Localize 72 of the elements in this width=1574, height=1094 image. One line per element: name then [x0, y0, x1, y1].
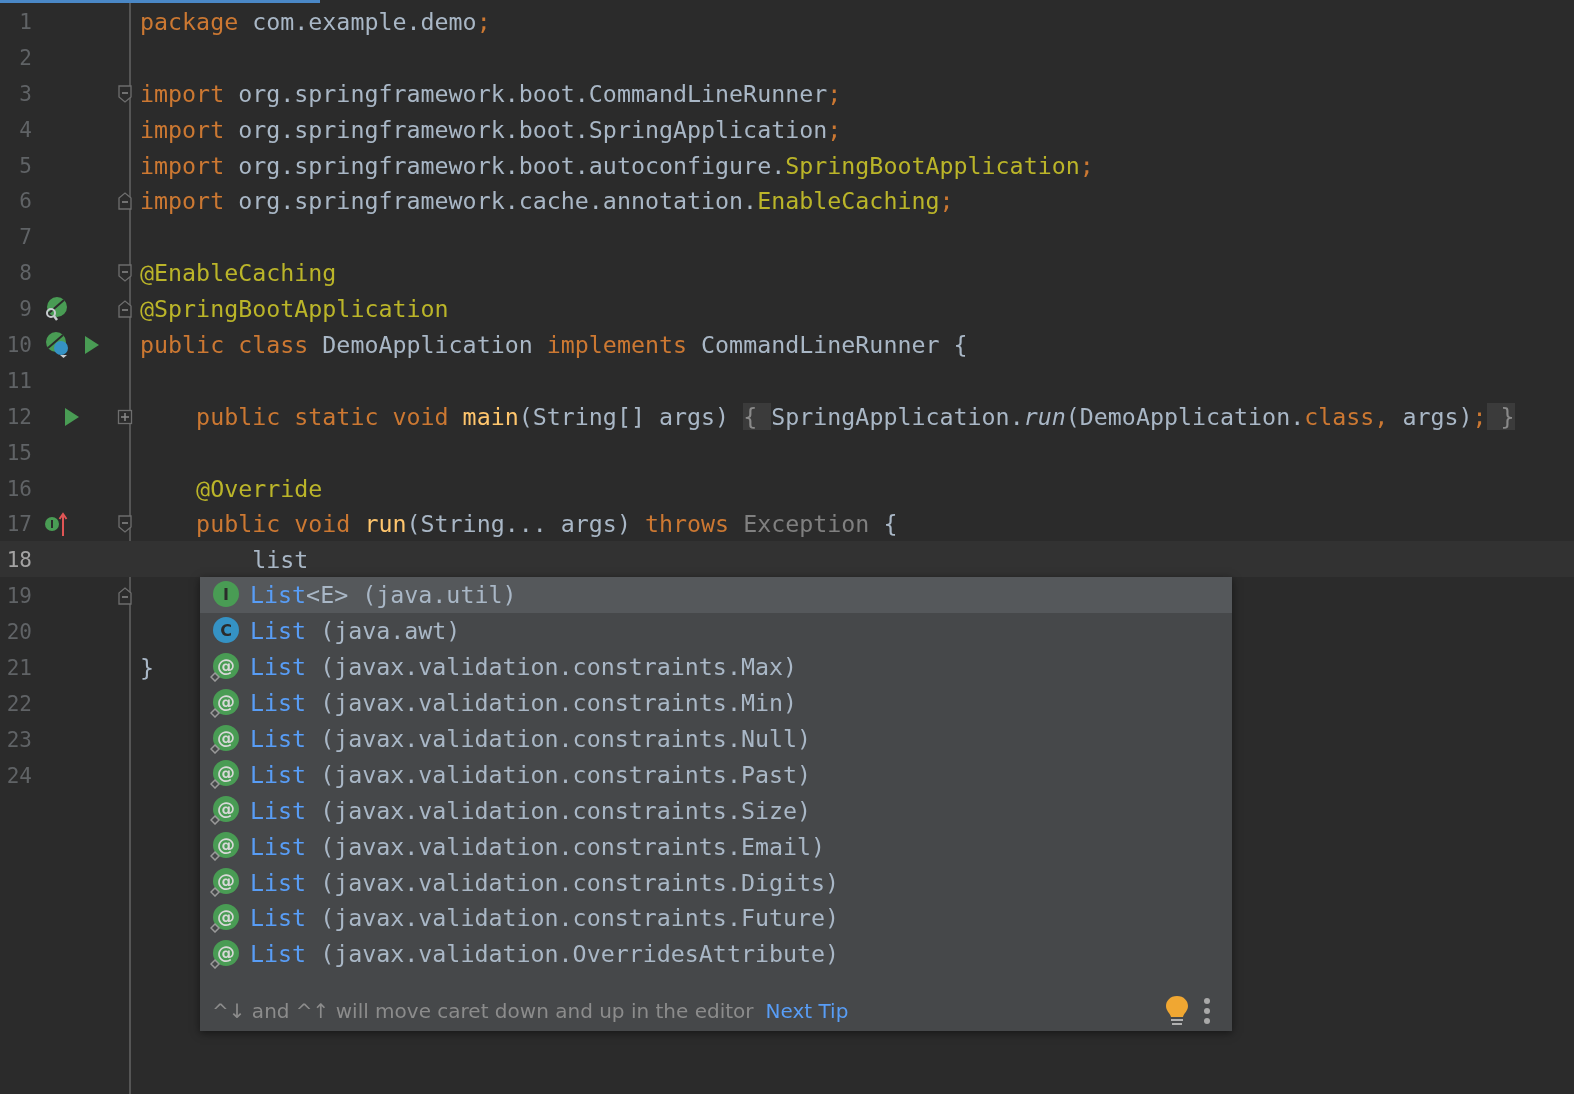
code-line: import org.springframework.boot.CommandLineRunner; [140, 78, 842, 109]
code-line: @EnableCaching [140, 258, 337, 289]
completion-item[interactable]: @ List (javax.validation.constraints.Email) [200, 828, 1232, 865]
bean-search-icon[interactable] [44, 296, 68, 323]
expand-icon[interactable] [117, 408, 133, 425]
line-number: 6 [18, 189, 32, 214]
line-number: 23 [5, 727, 32, 752]
class-icon: C [210, 615, 240, 646]
fold-icon[interactable] [117, 191, 133, 212]
completion-item[interactable]: @ List (javax.validation.constraints.Null) [200, 720, 1232, 757]
code-line: import org.springframework.cache.annotation.EnableCaching; [140, 186, 954, 217]
code-line: @SpringBootApplication [140, 294, 449, 325]
code-line: public class DemoApplication implements CommandLineRunner { [140, 329, 968, 360]
completion-item[interactable]: I List<E> (java.util) [200, 577, 1232, 613]
line-number: 10 [5, 332, 32, 357]
annotation-icon: @ [210, 687, 240, 718]
tip-text: ^↓ and ^↑ will move caret down and up in the editor [212, 998, 754, 1023]
line-number: 8 [18, 261, 32, 286]
code-line: @Override [195, 473, 323, 504]
fold-icon[interactable] [117, 83, 133, 104]
line-number: 22 [5, 691, 32, 716]
next-tip-link[interactable]: Next Tip [765, 998, 849, 1023]
line-number: 17 [5, 512, 32, 537]
lightbulb-icon[interactable] [1164, 994, 1190, 1027]
fold-icon[interactable] [117, 586, 133, 607]
line-number: 5 [18, 153, 32, 178]
line-number: 4 [18, 117, 32, 142]
line-number: 20 [5, 620, 32, 645]
annotation-icon: @ [210, 867, 240, 898]
line-number: 16 [5, 476, 32, 501]
run-icon[interactable] [84, 334, 100, 355]
line-number: 9 [18, 297, 32, 322]
code-line: import org.springframework.boot.SpringApplication; [140, 114, 842, 145]
line-number: 18 [5, 548, 32, 573]
annotation-icon: @ [210, 759, 240, 790]
completion-item[interactable]: @ List (javax.validation.constraints.Max) [200, 648, 1232, 685]
completion-item[interactable]: @ List (javax.validation.constraints.Future) [200, 900, 1232, 936]
more-icon[interactable] [1202, 996, 1212, 1025]
completion-item[interactable]: C List (java.awt) [200, 612, 1232, 649]
implements-icon[interactable] [44, 511, 68, 538]
code-line: package com.example.demo; [140, 6, 491, 37]
run-icon[interactable] [64, 406, 80, 427]
line-number: 11 [5, 368, 32, 393]
line-number: 15 [5, 440, 32, 465]
annotation-icon: @ [210, 902, 240, 933]
completion-item[interactable]: @ List (javax.validation.OverridesAttribute) [200, 935, 1232, 972]
completion-item[interactable]: @ List (javax.validation.constraints.Digits) [200, 864, 1232, 900]
completion-item[interactable]: @ List (javax.validation.constraints.Min) [200, 684, 1232, 721]
interface-icon: I [210, 579, 240, 610]
code-line: list [251, 545, 309, 576]
code-line: public static void main(String[] args) { SpringApplication.run(DemoApplication.class, args); } [195, 401, 1515, 432]
annotation-icon: @ [210, 795, 240, 826]
line-number: 3 [18, 81, 32, 106]
annotation-icon: @ [210, 651, 240, 682]
line-number: 7 [18, 225, 32, 250]
fold-icon[interactable] [117, 514, 133, 535]
line-number: 1 [18, 9, 32, 34]
annotation-icon: @ [210, 938, 240, 969]
code-line: } [140, 652, 155, 683]
fold-icon[interactable] [117, 263, 133, 284]
annotation-icon: @ [210, 831, 240, 862]
line-number: 19 [5, 584, 32, 609]
completion-item[interactable]: @ List (javax.validation.constraints.Size) [200, 792, 1232, 829]
line-number: 24 [5, 763, 32, 788]
annotation-icon: @ [210, 723, 240, 754]
completion-item[interactable]: @ List (javax.validation.constraints.Past) [200, 756, 1232, 793]
line-number: 2 [18, 45, 32, 70]
line-number: 12 [5, 404, 32, 429]
code-line: import org.springframework.boot.autoconfigure.SpringBootApplication; [140, 150, 1094, 181]
fold-icon[interactable] [117, 299, 133, 320]
code-line: public void run(String... args) throws Exception { [195, 509, 898, 540]
line-number: 21 [5, 655, 32, 680]
